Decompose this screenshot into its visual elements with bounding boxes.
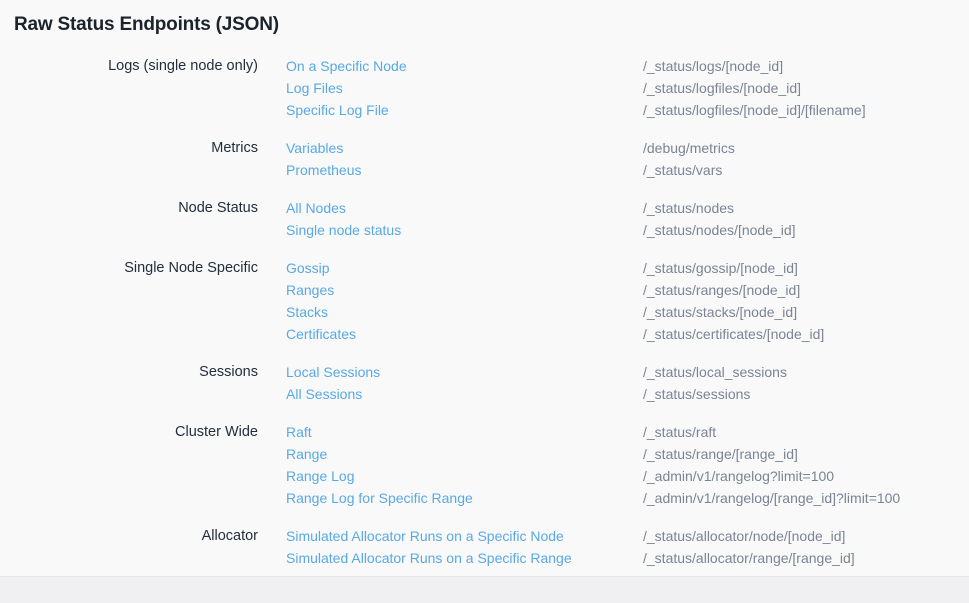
endpoint-link[interactable]: Range [286, 443, 327, 465]
endpoint-group: Logs (single node only) On a Specific Nod… [14, 55, 969, 121]
endpoint-path: /_status/nodes [643, 197, 969, 219]
endpoint-path: /_status/allocator/node/[node_id] [643, 525, 969, 547]
endpoint-link[interactable]: Simulated Allocator Runs on a Specific R… [286, 547, 572, 569]
endpoint-group: Cluster Wide RaftRangeRange LogRange Log … [14, 421, 969, 509]
endpoint-group: Node StatusAll NodesSingle node status/_… [14, 197, 969, 241]
endpoint-path: /_status/stacks/[node_id] [643, 301, 969, 323]
endpoint-paths-column: /_status/allocator/node/[node_id]/_statu… [643, 525, 969, 569]
endpoint-links-column: RaftRangeRange LogRange Log for Specific… [286, 421, 643, 509]
endpoint-category-label: Allocator [14, 525, 258, 547]
endpoint-link[interactable]: Stacks [286, 301, 328, 323]
endpoint-path: /_status/local_sessions [643, 361, 969, 383]
endpoint-links-column: Local SessionsAll Sessions [286, 361, 643, 405]
endpoint-link[interactable]: Specific Log File [286, 99, 389, 121]
endpoint-link[interactable]: Gossip [286, 257, 330, 279]
endpoint-paths-column: /_status/logs/[node_id]/_status/logfiles… [643, 55, 969, 121]
endpoint-link[interactable]: Variables [286, 137, 343, 159]
endpoint-links-column: Simulated Allocator Runs on a Specific N… [286, 525, 643, 569]
endpoint-paths-column: /_status/local_sessions/_status/sessions [643, 361, 969, 405]
endpoint-group: SessionsLocal SessionsAll Sessions/_stat… [14, 361, 969, 405]
endpoint-path: /_status/vars [643, 159, 969, 181]
endpoint-paths-column: /debug/metrics/_status/vars [643, 137, 969, 181]
endpoint-link[interactable]: Log Files [286, 77, 343, 99]
endpoint-link[interactable]: Raft [286, 421, 312, 443]
endpoint-category-label: Sessions [14, 361, 258, 383]
endpoint-link[interactable]: Range Log [286, 465, 355, 487]
page-title: Raw Status Endpoints (JSON) [14, 12, 969, 38]
endpoint-link[interactable]: Simulated Allocator Runs on a Specific N… [286, 525, 564, 547]
endpoint-link[interactable]: All Sessions [286, 383, 362, 405]
endpoint-path: /_status/allocator/range/[range_id] [643, 547, 969, 569]
endpoint-link[interactable]: On a Specific Node [286, 55, 407, 77]
endpoint-paths-column: /_status/nodes/_status/nodes/[node_id] [643, 197, 969, 241]
debug-endpoints-page: Raw Status Endpoints (JSON) Logs (single… [0, 0, 969, 603]
endpoint-path: /_status/sessions [643, 383, 969, 405]
endpoint-path: /_admin/v1/rangelog?limit=100 [643, 465, 969, 487]
endpoint-category-label: Single Node Specific [14, 257, 258, 279]
endpoint-link[interactable]: All Nodes [286, 197, 346, 219]
endpoint-path: /_status/certificates/[node_id] [643, 323, 969, 345]
endpoint-links-column: VariablesPrometheus [286, 137, 643, 181]
endpoint-group: Metrics VariablesPrometheus/debug/metrics… [14, 137, 969, 181]
endpoint-link[interactable]: Prometheus [286, 159, 361, 181]
endpoint-path: /_status/gossip/[node_id] [643, 257, 969, 279]
endpoint-path: /_status/ranges/[node_id] [643, 279, 969, 301]
endpoint-path: /_status/range/[range_id] [643, 443, 969, 465]
endpoints-list: Logs (single node only) On a Specific Nod… [14, 55, 969, 569]
endpoint-paths-column: /_status/gossip/[node_id]/_status/ranges… [643, 257, 969, 345]
endpoint-links-column: All NodesSingle node status [286, 197, 643, 241]
endpoint-group: Single Node Specific GossipRangesStacksCe… [14, 257, 969, 345]
endpoint-path: /_status/logfiles/[node_id] [643, 77, 969, 99]
endpoint-path: /_admin/v1/rangelog/[range_id]?limit=100 [643, 487, 969, 509]
endpoint-path: /_status/raft [643, 421, 969, 443]
endpoint-link[interactable]: Single node status [286, 219, 401, 241]
endpoint-link[interactable]: Local Sessions [286, 361, 380, 383]
endpoint-link[interactable]: Certificates [286, 323, 356, 345]
endpoint-category-label: Metrics [14, 137, 258, 159]
endpoint-path: /_status/logs/[node_id] [643, 55, 969, 77]
endpoint-path: /_status/nodes/[node_id] [643, 219, 969, 241]
endpoint-path: /debug/metrics [643, 137, 969, 159]
endpoint-category-label: Cluster Wide [14, 421, 258, 443]
endpoint-link[interactable]: Ranges [286, 279, 334, 301]
endpoint-paths-column: /_status/raft/_status/range/[range_id]/_… [643, 421, 969, 509]
endpoint-link[interactable]: Range Log for Specific Range [286, 487, 473, 509]
endpoint-links-column: On a Specific NodeLog FilesSpecific Log … [286, 55, 643, 121]
endpoint-links-column: GossipRangesStacksCertificates [286, 257, 643, 345]
footer-strip [0, 576, 969, 603]
endpoint-category-label: Node Status [14, 197, 258, 219]
endpoint-path: /_status/logfiles/[node_id]/[filename] [643, 99, 969, 121]
endpoint-group: Allocator Simulated Allocator Runs on a S… [14, 525, 969, 569]
endpoint-category-label: Logs (single node only) [14, 55, 258, 77]
